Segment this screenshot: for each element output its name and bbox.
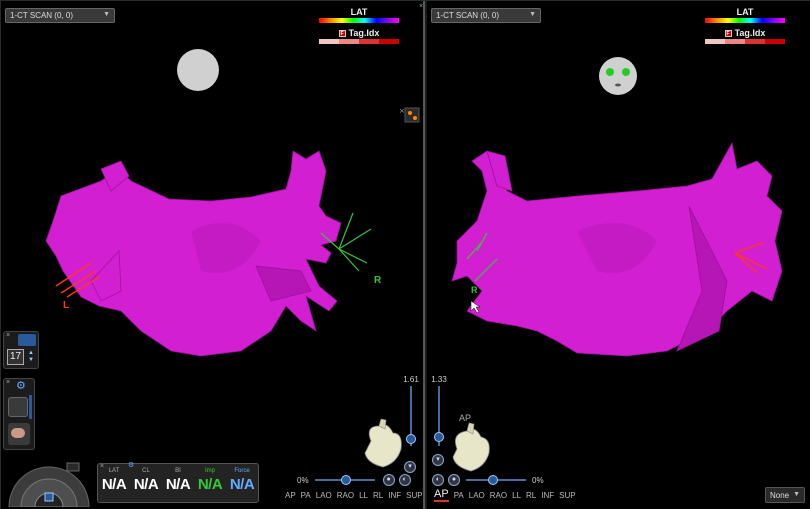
status-lat-value: N/A: [101, 476, 127, 493]
left-opacity-value: 0%: [297, 475, 309, 485]
right-zoom-down-button[interactable]: ▾: [432, 454, 444, 466]
view-pa-button[interactable]: PA: [301, 491, 311, 500]
view-ll-button[interactable]: LL: [512, 491, 521, 502]
left-opacity-row[interactable]: 0% ● ◐: [297, 473, 411, 487]
status-bi-value: N/A: [165, 476, 191, 493]
view-ll-button[interactable]: LL: [359, 491, 368, 500]
view-sup-button[interactable]: SUP: [406, 491, 422, 500]
number-box[interactable]: 17: [7, 349, 24, 365]
left-number-toolbox[interactable]: × 17 ▲ ▼: [3, 331, 39, 369]
status-imp-value: N/A: [197, 476, 223, 493]
catheter-dial-control[interactable]: [7, 457, 91, 507]
status-lat: LAT N/A: [98, 468, 130, 502]
heart-icon[interactable]: [452, 422, 490, 472]
view-sup-button[interactable]: SUP: [559, 491, 575, 502]
right-opacity-knob[interactable]: [488, 475, 498, 485]
left-3d-scene[interactable]: × L R: [1, 1, 424, 509]
right-atrium-model[interactable]: [451, 141, 783, 357]
right-reset-button[interactable]: ◐: [432, 474, 444, 486]
number-stepper-icon[interactable]: ▲ ▼: [28, 350, 34, 364]
face-icon: [599, 57, 637, 95]
display-mode-label: None: [770, 491, 790, 500]
view-lao-button[interactable]: LAO: [469, 491, 485, 502]
status-imp-label: Imp: [204, 468, 215, 474]
left-zoom-down-button[interactable]: ▾: [404, 461, 416, 473]
left-viewport[interactable]: 1-CT SCAN (0, 0) ▼ LAT F Tag.Idx × L R 1…: [1, 1, 424, 509]
left-reset-button[interactable]: ◐: [398, 474, 411, 486]
close-icon[interactable]: ×: [6, 379, 10, 386]
view-rl-button[interactable]: RL: [526, 491, 536, 502]
right-view-buttons[interactable]: AP PA LAO RAO LL RL INF SUP: [434, 488, 576, 502]
status-force-label: Force: [234, 468, 250, 474]
status-cl-value: N/A: [133, 476, 159, 493]
status-cl: CL N/A: [130, 468, 162, 502]
chevron-down-icon: ▼: [793, 491, 800, 498]
map-tool-icon[interactable]: [18, 334, 36, 346]
tool-slot-button[interactable]: [8, 397, 28, 417]
right-zoom-track[interactable]: [434, 386, 444, 446]
gear-icon[interactable]: ⚙: [128, 461, 134, 469]
heart-caption: AP: [459, 413, 471, 423]
orientation-label-r: R: [471, 285, 478, 295]
view-inf-button[interactable]: INF: [541, 491, 554, 502]
gear-icon[interactable]: ⚙: [16, 379, 26, 392]
right-zoom-slider[interactable]: 1.33: [431, 375, 447, 448]
right-opacity-track[interactable]: [466, 475, 526, 485]
left-zoom-knob[interactable]: [406, 434, 416, 444]
right-opacity-row[interactable]: ◐ ● 0%: [432, 473, 544, 487]
application-window: 1-CT SCAN (0, 0) ▼ LAT F Tag.Idx × L R 1…: [0, 0, 810, 509]
orientation-label-l: L: [63, 300, 69, 311]
right-viewport[interactable]: 1-CT SCAN (0, 0) ▼ LAT F Tag.Idx R AP 1.…: [427, 1, 810, 509]
left-zoom-slider[interactable]: 1.61: [403, 375, 419, 448]
right-opacity-value: 0%: [532, 475, 544, 485]
view-inf-button[interactable]: INF: [388, 491, 401, 500]
right-zoom-knob[interactable]: [434, 432, 444, 442]
catheter-status-panel: × ⚙ LAT N/A CL N/A BI N/A Imp N/A Force …: [97, 461, 259, 503]
left-opacity-button[interactable]: ●: [382, 474, 395, 486]
left-atrium-model[interactable]: [45, 150, 342, 357]
left-view-buttons[interactable]: AP PA LAO RAO LL RL INF SUP: [285, 491, 423, 500]
right-zoom-value: 1.33: [431, 375, 447, 384]
left-opacity-track[interactable]: [314, 475, 375, 485]
view-ap-button[interactable]: AP: [434, 488, 449, 502]
status-force: Force N/A: [226, 468, 258, 502]
display-mode-select[interactable]: None ▼: [765, 487, 805, 503]
mini-tool-icons[interactable]: ×: [399, 107, 420, 123]
status-bi-label: BI: [175, 468, 181, 474]
view-ap-button[interactable]: AP: [285, 491, 296, 500]
heart-icon[interactable]: [364, 418, 402, 468]
status-bi: BI N/A: [162, 468, 194, 502]
orientation-label-r: R: [374, 275, 382, 286]
view-pa-button[interactable]: PA: [454, 491, 464, 502]
status-force-value: N/A: [229, 476, 255, 493]
left-zoom-track[interactable]: [406, 386, 416, 446]
hand-tool-icon[interactable]: [8, 423, 30, 445]
close-icon[interactable]: ×: [419, 3, 423, 10]
view-rl-button[interactable]: RL: [373, 491, 383, 500]
view-lao-button[interactable]: LAO: [316, 491, 332, 500]
left-settings-toolbox[interactable]: × ⚙: [3, 378, 35, 450]
left-zoom-value: 1.61: [403, 375, 419, 384]
close-icon[interactable]: ×: [100, 463, 104, 470]
tool-scroll-bar[interactable]: [29, 395, 32, 419]
status-cl-label: CL: [142, 468, 150, 474]
right-3d-scene[interactable]: R AP: [427, 1, 810, 509]
close-icon[interactable]: ×: [6, 332, 10, 339]
status-imp: Imp N/A: [194, 468, 226, 502]
view-rao-button[interactable]: RAO: [490, 491, 507, 502]
view-rao-button[interactable]: RAO: [337, 491, 354, 500]
right-opacity-button[interactable]: ●: [448, 474, 460, 486]
orientation-disc-icon: [177, 49, 219, 91]
left-opacity-knob[interactable]: [340, 475, 351, 485]
svg-text:×: ×: [399, 107, 405, 115]
